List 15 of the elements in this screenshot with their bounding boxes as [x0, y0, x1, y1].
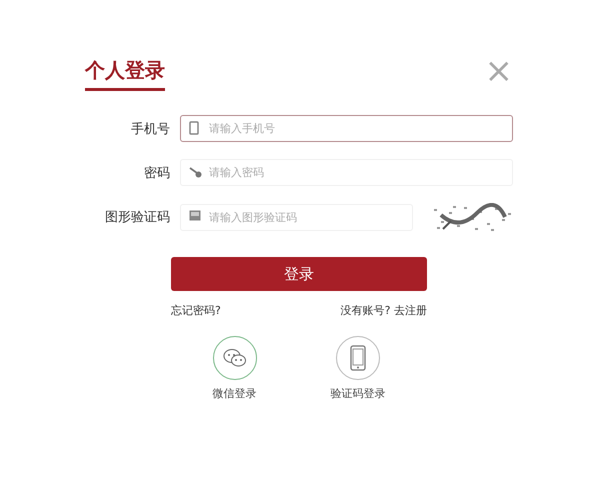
- input-field[interactable]: 请输入手机号: [180, 115, 513, 142]
- forgot-password-link[interactable]: 忘记密码?: [171, 303, 221, 318]
- chat-bubbles-icon[interactable]: [212, 336, 256, 380]
- key-icon: [189, 165, 203, 179]
- phone-icon: [189, 121, 199, 135]
- field-label: 手机号: [130, 120, 170, 138]
- field-label: 图形验证码: [104, 209, 170, 226]
- login-option-label: 微信登录: [212, 386, 256, 401]
- image-icon: [189, 210, 201, 220]
- register-link[interactable]: 没有账号? 去注册: [340, 303, 427, 318]
- dialog-title: 个人登录: [85, 58, 165, 91]
- phone-icon[interactable]: [336, 336, 380, 380]
- login-option-label: 验证码登录: [330, 386, 386, 401]
- login-button[interactable]: 登录: [171, 257, 427, 291]
- field-label: 密码: [143, 164, 170, 182]
